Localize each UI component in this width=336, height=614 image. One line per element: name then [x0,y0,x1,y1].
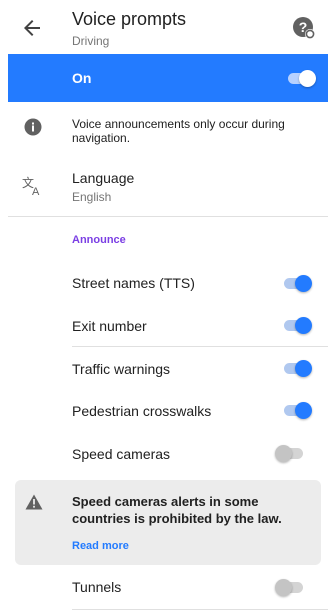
traffic-warnings-toggle[interactable] [282,358,312,378]
street-names-toggle[interactable] [282,273,312,293]
pedestrian-crosswalks-toggle[interactable] [282,400,312,420]
page-subtitle: Driving [72,34,110,48]
divider [72,609,328,610]
master-toggle-row[interactable]: On [8,54,328,102]
warning-card: Speed cameras alerts in some countries i… [15,480,321,565]
app-bar: Voice prompts Driving ? [0,0,336,54]
list-item-label: Exit number [72,318,147,334]
list-item-label: Speed cameras [72,446,171,462]
list-item-label: Pedestrian crosswalks [72,403,212,419]
list-item-label: Tunnels [72,579,122,595]
list-item-label: Street names (TTS) [72,275,195,291]
list-item-label: Traffic warnings [72,361,171,377]
tunnels-toggle[interactable] [275,577,305,597]
language-label: Language [72,170,135,186]
master-toggle-switch[interactable] [286,68,316,88]
speed-cameras-toggle[interactable] [275,443,305,463]
master-toggle-label: On [72,70,92,86]
warning-icon [25,494,43,510]
warning-text: Speed cameras alerts in some countries i… [72,494,282,526]
page-title: Voice prompts [72,9,187,29]
section-title-announce: Announce [72,234,126,246]
exit-number-toggle[interactable] [282,315,312,335]
language-value: English [72,190,112,204]
arrow-left-icon[interactable] [20,16,44,40]
translate-icon: 文 A [22,175,44,198]
info-icon [24,118,42,136]
read-more-link[interactable]: Read more [72,540,129,552]
help-icon[interactable]: ? [292,16,316,40]
divider [72,346,328,347]
divider [8,216,328,217]
info-text: Voice announcements only occur during na… [72,117,285,145]
svg-text:A: A [32,186,40,197]
